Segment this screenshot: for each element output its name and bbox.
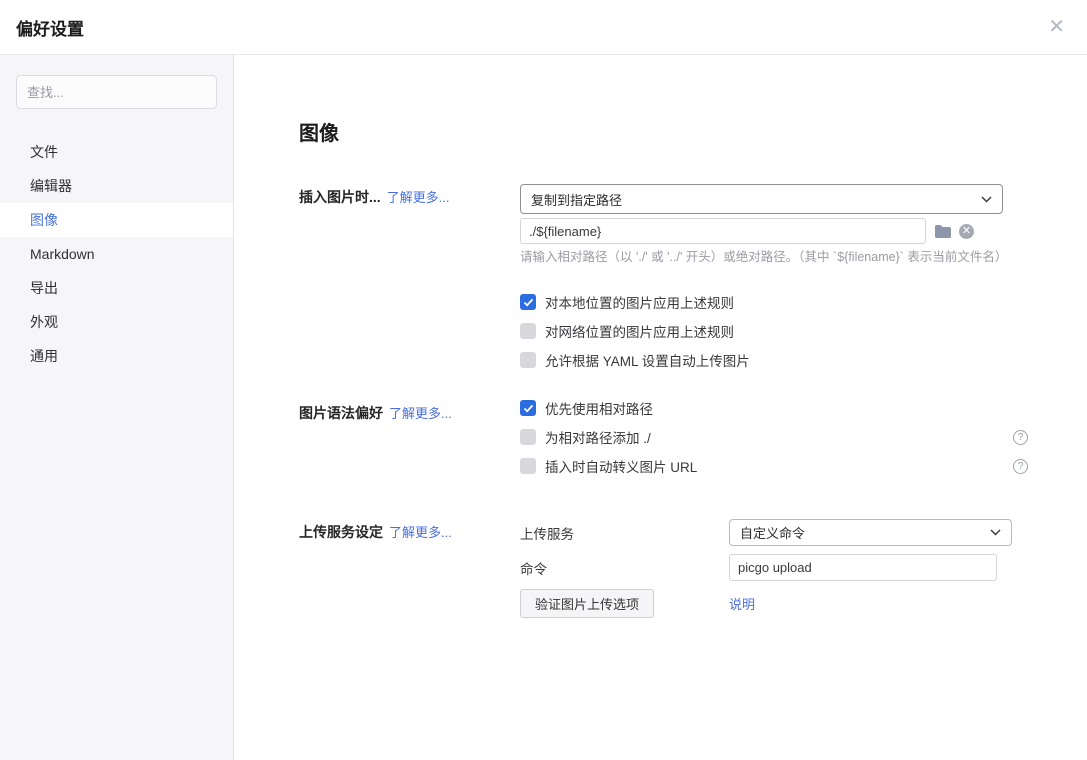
page-title: 图像 — [299, 117, 1087, 146]
check-icon — [523, 298, 534, 307]
sidebar-item-file[interactable]: 文件 — [0, 135, 233, 169]
clear-path-icon[interactable]: ✕ — [959, 224, 974, 239]
search-input[interactable] — [16, 75, 217, 109]
insert-action-select[interactable]: 复制到指定路径 — [520, 184, 1003, 214]
checkbox-apply-network-images[interactable] — [520, 323, 536, 339]
checkbox-label: 对网络位置的图片应用上述规则 — [545, 321, 734, 341]
checkbox-label: 为相对路径添加 ./ — [545, 427, 651, 447]
help-icon[interactable]: ? — [1013, 459, 1028, 474]
check-icon — [523, 404, 534, 413]
sidebar-item-general[interactable]: 通用 — [0, 339, 233, 373]
upload-service-label: 上传服务 — [520, 523, 729, 543]
folder-icon[interactable] — [935, 225, 951, 238]
window-header: 偏好设置 ✕ — [0, 0, 1087, 55]
copy-path-input[interactable] — [520, 218, 926, 244]
search-box — [16, 75, 217, 109]
upload-section-label: 上传服务设定 — [299, 524, 383, 540]
close-icon[interactable]: ✕ — [1048, 17, 1065, 37]
command-input[interactable] — [729, 554, 997, 581]
insert-action-selected-value: 复制到指定路径 — [531, 190, 622, 209]
checkbox-apply-local-images[interactable] — [520, 294, 536, 310]
sidebar-item-editor[interactable]: 编辑器 — [0, 169, 233, 203]
command-label: 命令 — [520, 558, 729, 578]
sidebar-item-markdown[interactable]: Markdown — [0, 237, 233, 271]
checkbox-label: 允许根据 YAML 设置自动上传图片 — [545, 350, 750, 370]
sidebar: 文件 编辑器 图像 Markdown 导出 外观 通用 — [0, 55, 234, 760]
image-syntax-section: 图片语法偏好了解更多... 优先使用相对路径 — [299, 400, 1087, 474]
upload-service-section: 上传服务设定了解更多... 上传服务 自定义命令 命令 — [299, 519, 1087, 626]
sidebar-item-appearance[interactable]: 外观 — [0, 305, 233, 339]
upload-doc-link[interactable]: 说明 — [729, 594, 755, 613]
preferences-window: 偏好设置 ✕ 文件 编辑器 图像 Markdown 导出 外观 通用 图像 插入… — [0, 0, 1087, 760]
checkbox-add-dot-slash[interactable] — [520, 429, 536, 445]
path-hint-text: 请输入相对路径（以 './' 或 '../' 开头）或绝对路径。（其中 `${f… — [520, 248, 1028, 266]
checkbox-label: 插入时自动转义图片 URL — [545, 456, 697, 476]
upload-learn-more-link[interactable]: 了解更多... — [389, 525, 452, 540]
checkbox-label: 优先使用相对路径 — [545, 398, 653, 418]
checkbox-yaml-auto-upload[interactable] — [520, 352, 536, 368]
checkbox-prefer-relative-path[interactable] — [520, 400, 536, 416]
help-icon[interactable]: ? — [1013, 430, 1028, 445]
syntax-learn-more-link[interactable]: 了解更多... — [389, 406, 452, 421]
sidebar-item-image[interactable]: 图像 — [0, 203, 233, 237]
checkbox-escape-image-url[interactable] — [520, 458, 536, 474]
insert-image-section: 插入图片时...了解更多... 复制到指定路径 ✕ 请输入相对路径（以 ' — [299, 184, 1087, 368]
window-title: 偏好设置 — [16, 15, 84, 40]
sidebar-item-export[interactable]: 导出 — [0, 271, 233, 305]
chevron-down-icon — [990, 529, 1001, 536]
insert-learn-more-link[interactable]: 了解更多... — [387, 190, 450, 205]
chevron-down-icon — [981, 196, 992, 203]
syntax-section-label: 图片语法偏好 — [299, 405, 383, 421]
validate-upload-button[interactable]: 验证图片上传选项 — [520, 589, 654, 618]
window-body: 文件 编辑器 图像 Markdown 导出 外观 通用 图像 插入图片时... 了… — [0, 55, 1087, 760]
checkbox-label: 对本地位置的图片应用上述规则 — [545, 292, 734, 312]
upload-service-selected-value: 自定义命令 — [740, 523, 805, 542]
upload-service-select[interactable]: 自定义命令 — [729, 519, 1012, 546]
insert-section-label: 插入图片时... — [299, 189, 381, 205]
main-content: 图像 插入图片时... 了解更多... 复制到指定路径 — [234, 55, 1087, 760]
